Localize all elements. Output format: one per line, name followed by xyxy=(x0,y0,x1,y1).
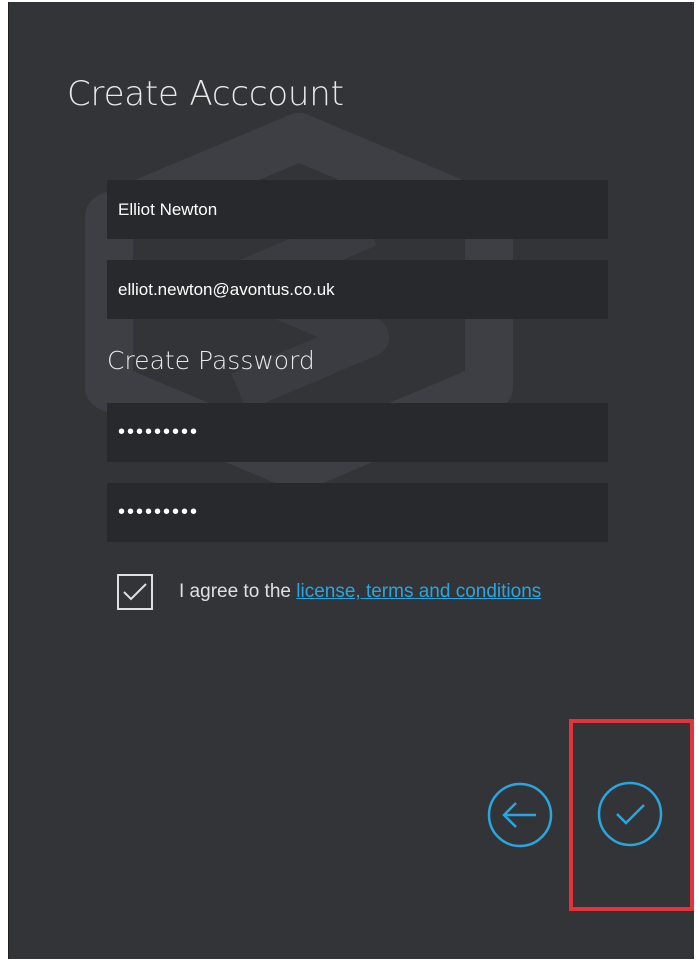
agree-terms-row: I agree to the license, terms and condit… xyxy=(117,574,541,610)
page-title: Create Acccount xyxy=(67,74,344,114)
agree-terms-text: I agree to the license, terms and condit… xyxy=(179,581,541,603)
full-name-input[interactable] xyxy=(107,180,608,239)
back-button[interactable] xyxy=(487,782,553,848)
checkmark-circle-icon xyxy=(597,781,663,847)
confirm-password-input[interactable] xyxy=(107,483,608,542)
confirm-button[interactable] xyxy=(597,781,663,847)
create-password-label: Create Password xyxy=(107,346,315,375)
email-input[interactable] xyxy=(107,260,608,319)
checkmark-icon xyxy=(123,583,147,601)
license-terms-link[interactable]: license, terms and conditions xyxy=(296,581,541,602)
create-account-window: Create Acccount Create Password I agree … xyxy=(8,2,694,959)
password-input[interactable] xyxy=(107,403,608,462)
agree-terms-checkbox[interactable] xyxy=(117,574,153,610)
agree-terms-prefix: I agree to the xyxy=(179,581,297,602)
arrow-left-circle-icon xyxy=(487,782,553,848)
